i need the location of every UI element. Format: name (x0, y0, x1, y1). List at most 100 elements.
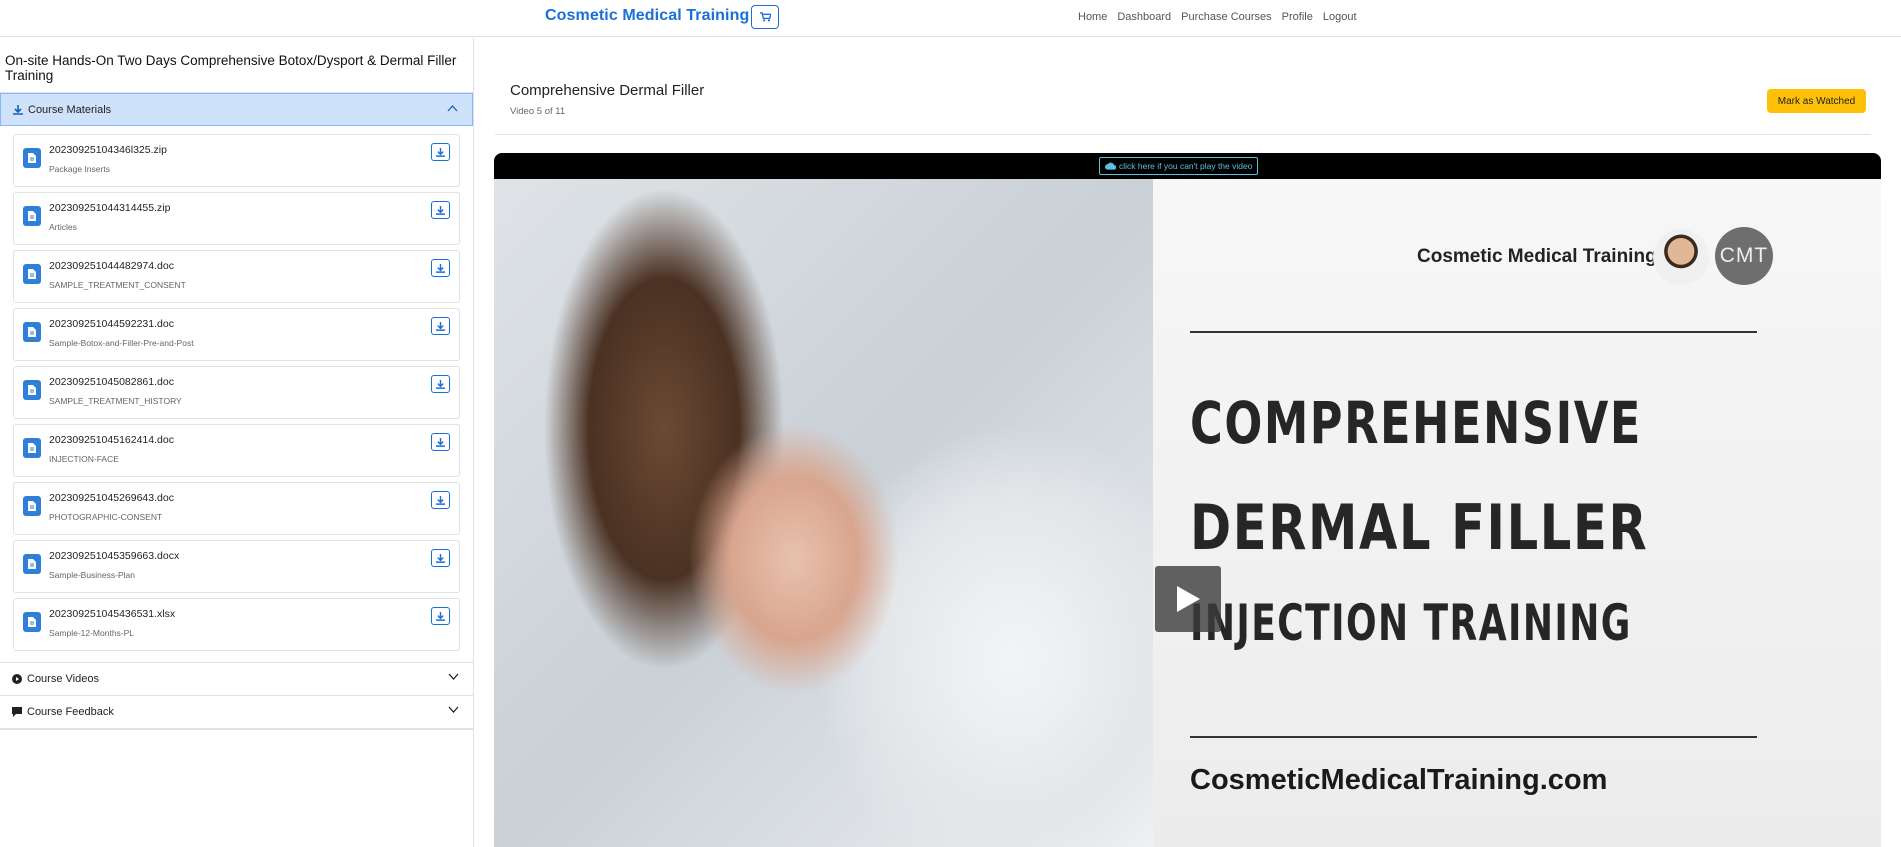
file-description: Articles (49, 222, 77, 232)
course-materials-header[interactable]: Course Materials (0, 93, 473, 126)
cmt-logo: CMT (1715, 227, 1773, 285)
slide-line-2: DERMAL FILLER (1190, 491, 1649, 564)
download-icon (436, 379, 445, 389)
course-videos-header[interactable]: Course Videos (0, 663, 473, 696)
slide-brand: Cosmetic Medical Training (1417, 246, 1657, 267)
file-item: 202309251044314455.zip Articles (13, 192, 460, 245)
download-button[interactable] (431, 607, 450, 625)
download-icon (13, 104, 23, 115)
cant-play-label: click here if you can't play the video (1119, 161, 1253, 171)
nav-purchase-courses[interactable]: Purchase Courses (1181, 11, 1272, 23)
course-materials-list: 20230925104346l325.zip Package Inserts 202… (0, 126, 473, 663)
download-button[interactable] (431, 549, 450, 567)
video-player[interactable]: click here if you can't play the video C… (494, 153, 1881, 847)
course-title: On-site Hands-On Two Days Comprehensive … (5, 53, 457, 83)
play-icon (1177, 586, 1200, 612)
file-name: 202309251045162414.doc (49, 434, 174, 446)
file-description: Sample-Business-Plan (49, 570, 135, 580)
download-button[interactable] (431, 433, 450, 451)
download-icon (436, 495, 445, 505)
download-button[interactable] (431, 259, 450, 277)
comment-icon (12, 707, 22, 717)
cant-play-link[interactable]: click here if you can't play the video (1099, 157, 1259, 175)
download-button[interactable] (431, 375, 450, 393)
chevron-down-icon (448, 706, 459, 713)
file-icon (23, 554, 41, 574)
file-name: 202309251045082861.doc (49, 376, 174, 388)
play-circle-icon (12, 674, 22, 684)
download-icon (436, 321, 445, 331)
course-feedback-label: Course Feedback (27, 706, 114, 718)
video-thumbnail: Cosmetic Medical Training CMT COMPREHENS… (494, 179, 1881, 847)
file-item: 20230925104346l325.zip Package Inserts (13, 134, 460, 187)
file-name: 202309251045269643.doc (49, 492, 174, 504)
injection-photo (494, 179, 1153, 847)
brand-logo[interactable]: Cosmetic Medical Training (545, 7, 749, 25)
main-content: Comprehensive Dermal Filler Video 5 of 1… (475, 38, 1901, 847)
file-item: 202309251044592231.doc Sample-Botox-and-F… (13, 308, 460, 361)
file-icon (23, 264, 41, 284)
top-navbar: Cosmetic Medical Training Home Dashboard… (0, 0, 1901, 37)
title-slide: Cosmetic Medical Training CMT COMPREHENS… (1153, 179, 1881, 847)
divider (495, 134, 1871, 135)
chevron-up-icon (447, 105, 458, 112)
file-icon (23, 206, 41, 226)
file-description: Sample-12-Months-PL (49, 628, 135, 638)
file-name: 202309251044314455.zip (49, 202, 171, 214)
nav-logout[interactable]: Logout (1323, 11, 1357, 23)
slide-url: CosmeticMedicalTraining.com (1190, 764, 1608, 796)
course-videos-label: Course Videos (27, 673, 99, 685)
course-materials-label: Course Materials (28, 103, 112, 116)
download-icon (436, 147, 445, 157)
download-icon (436, 553, 445, 563)
download-button[interactable] (431, 317, 450, 335)
file-name: 202309251045436531.xlsx (49, 608, 176, 620)
file-item: 202309251045436531.xlsx Sample-12-Months-… (13, 598, 460, 651)
chevron-down-icon (448, 673, 459, 680)
file-name: 202309251045359663.docx (49, 550, 180, 562)
file-item: 202309251045082861.doc SAMPLE_TREATMENT_H… (13, 366, 460, 419)
play-button[interactable] (1155, 566, 1221, 632)
file-description: Sample-Botox-and-Filler-Pre-and-Post (49, 338, 194, 348)
file-icon (23, 148, 41, 168)
video-count: Video 5 of 11 (510, 106, 566, 117)
download-icon (436, 611, 445, 621)
nav-links: Home Dashboard Purchase Courses Profile … (1078, 11, 1357, 23)
file-icon (23, 496, 41, 516)
file-description: INJECTION-FACE (49, 454, 119, 464)
instructor-avatar (1653, 229, 1709, 285)
download-icon (436, 263, 445, 273)
download-icon (436, 205, 445, 215)
nav-home[interactable]: Home (1078, 11, 1107, 23)
download-button[interactable] (431, 143, 450, 161)
cloud-icon (1105, 162, 1116, 170)
download-icon (436, 437, 445, 447)
cart-button[interactable] (751, 5, 779, 29)
file-icon (23, 322, 41, 342)
mark-as-watched-button[interactable]: Mark as Watched (1767, 89, 1866, 113)
nav-dashboard[interactable]: Dashboard (1117, 11, 1171, 23)
file-name: 20230925104346l325.zip (49, 144, 167, 156)
slide-line-3: INJECTION TRAINING (1190, 594, 1632, 652)
file-item: 202309251044482974.doc SAMPLE_TREATMENT_C… (13, 250, 460, 303)
slide-line-1: COMPREHENSIVE (1190, 389, 1642, 457)
file-description: SAMPLE_TREATMENT_HISTORY (49, 396, 182, 406)
file-icon (23, 612, 41, 632)
file-description: SAMPLE_TREATMENT_CONSENT (49, 280, 186, 290)
file-icon (23, 380, 41, 400)
nav-profile[interactable]: Profile (1282, 11, 1313, 23)
file-name: 202309251044482974.doc (49, 260, 174, 272)
file-item: 202309251045269643.doc PHOTOGRAPHIC-CONSE… (13, 482, 460, 535)
slide-rule-top (1190, 331, 1757, 333)
course-feedback-header[interactable]: Course Feedback (0, 696, 473, 729)
file-description: PHOTOGRAPHIC-CONSENT (49, 512, 163, 522)
file-description: Package Inserts (49, 164, 110, 174)
slide-rule-bottom (1190, 736, 1757, 738)
course-accordion: Course Materials 20230925104346l325.zip P… (0, 92, 474, 730)
sidebar: On-site Hands-On Two Days Comprehensive … (0, 38, 474, 847)
video-title: Comprehensive Dermal Filler (510, 82, 705, 99)
cart-icon (759, 12, 771, 22)
file-icon (23, 438, 41, 458)
download-button[interactable] (431, 201, 450, 219)
download-button[interactable] (431, 491, 450, 509)
